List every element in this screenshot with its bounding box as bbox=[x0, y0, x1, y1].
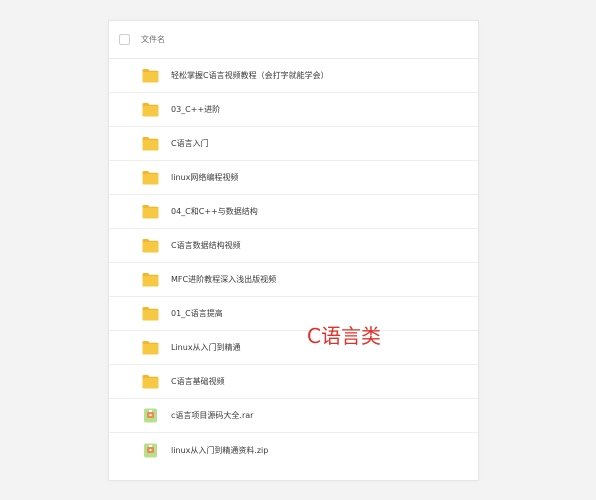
folder-icon bbox=[142, 204, 159, 219]
overlay-caption: C语言类 bbox=[307, 324, 381, 348]
file-row[interactable]: C语言数据结构视频 bbox=[109, 229, 478, 263]
file-name[interactable]: 01_C语言提高 bbox=[171, 308, 223, 319]
file-name[interactable]: Linux从入门到精通 bbox=[171, 342, 241, 353]
folder-icon bbox=[142, 306, 159, 321]
filename-column-header[interactable]: 文件名 bbox=[141, 34, 165, 45]
folder-icon bbox=[142, 340, 159, 355]
folder-icon bbox=[142, 136, 159, 151]
file-list-panel: 文件名 轻松掌握C语言视频教程（会打字就能学会） 03_C++进阶 C语言入门 … bbox=[108, 20, 479, 481]
file-name[interactable]: 轻松掌握C语言视频教程（会打字就能学会） bbox=[171, 70, 329, 81]
file-row[interactable]: linux网络编程视频 bbox=[109, 161, 478, 195]
file-row[interactable]: Linux从入门到精通 bbox=[109, 331, 478, 365]
file-name[interactable]: MFC进阶教程深入浅出版视频 bbox=[171, 274, 276, 285]
archive-icon bbox=[142, 443, 159, 458]
file-row[interactable]: 轻松掌握C语言视频教程（会打字就能学会） bbox=[109, 59, 478, 93]
file-row[interactable]: C语言入门 bbox=[109, 127, 478, 161]
folder-icon bbox=[142, 272, 159, 287]
file-name[interactable]: 04_C和C++与数据结构 bbox=[171, 206, 258, 217]
file-row[interactable]: C语言基础视频 bbox=[109, 365, 478, 399]
file-row[interactable]: c语言项目源码大全.rar bbox=[109, 399, 478, 433]
file-row[interactable]: 03_C++进阶 bbox=[109, 93, 478, 127]
file-name[interactable]: c语言项目源码大全.rar bbox=[171, 410, 253, 421]
archive-icon bbox=[142, 408, 159, 423]
folder-icon bbox=[142, 238, 159, 253]
file-name[interactable]: C语言基础视频 bbox=[171, 376, 225, 387]
file-name[interactable]: 03_C++进阶 bbox=[171, 104, 220, 115]
file-name[interactable]: linux网络编程视频 bbox=[171, 172, 238, 183]
folder-icon bbox=[142, 102, 159, 117]
folder-icon bbox=[142, 374, 159, 389]
folder-icon bbox=[142, 170, 159, 185]
file-row[interactable]: 01_C语言提高 bbox=[109, 297, 478, 331]
file-list-header: 文件名 bbox=[109, 21, 478, 59]
file-row[interactable]: 04_C和C++与数据结构 bbox=[109, 195, 478, 229]
folder-icon bbox=[142, 68, 159, 83]
file-name[interactable]: C语言数据结构视频 bbox=[171, 240, 241, 251]
file-list: 轻松掌握C语言视频教程（会打字就能学会） 03_C++进阶 C语言入门 linu… bbox=[109, 59, 478, 467]
file-row[interactable]: linux从入门到精通资料.zip bbox=[109, 433, 478, 467]
file-row[interactable]: MFC进阶教程深入浅出版视频 bbox=[109, 263, 478, 297]
file-name[interactable]: C语言入门 bbox=[171, 138, 209, 149]
select-all-checkbox[interactable] bbox=[119, 34, 130, 45]
file-name[interactable]: linux从入门到精通资料.zip bbox=[171, 445, 268, 456]
